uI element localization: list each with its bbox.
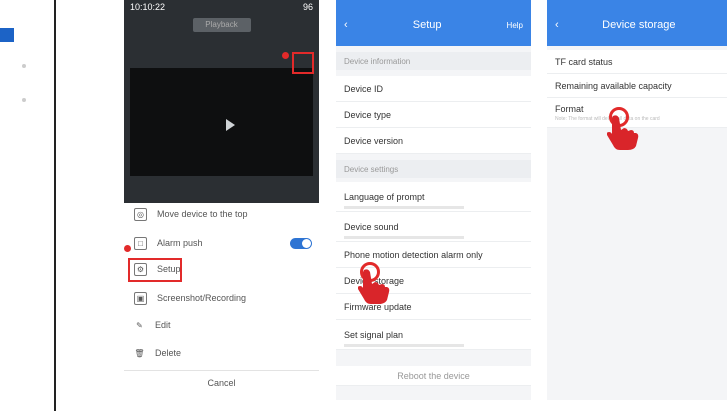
menu-item-alarm-push[interactable]: □ Alarm push [134,234,203,252]
row-label: Format [555,104,584,114]
help-link[interactable]: Help [507,21,523,30]
row-label: Device type [344,109,392,120]
back-icon[interactable]: ‹ [555,19,559,31]
row-label: Language of prompt [344,191,425,202]
play-icon[interactable] [226,119,235,131]
step-marker [124,245,131,252]
menu-item-move-top[interactable]: ◎ Move device to the top [134,205,248,223]
row-label: Device ID [344,83,384,94]
gear-icon: ⚙ [134,262,147,276]
tab-playback[interactable]: Playback [192,18,251,32]
pin-icon: ◎ [134,207,147,221]
header-bar: ‹ Device storage [547,0,727,46]
step-marker [282,52,289,59]
bullet [22,98,26,102]
row-signal-plan[interactable]: Set signal plan [336,320,531,350]
nav-row: ‹ Device storage [547,14,727,36]
hand-pointer-icon [607,115,639,150]
view-tabs: Playback [124,14,319,36]
back-icon[interactable]: ‹ [344,19,348,31]
phone-screen-device-menu: 10:10:22 96 Playback ◎ Move device to th… [124,0,319,400]
status-time: 10:10:22 [130,2,166,12]
menu-item-setup[interactable]: ⚙ Setup [134,260,181,278]
pencil-icon: ✎ [136,320,143,330]
row-label: TF card status [555,56,613,67]
menu-label: Screenshot/Recording [157,293,247,303]
menu-item-delete[interactable]: 🗑 Delete [134,344,181,362]
menu-label: Delete [155,348,182,358]
row-language[interactable]: Language of prompt [336,182,531,212]
cancel-button[interactable]: Cancel [124,370,319,395]
row-label: Set signal plan [344,329,404,340]
phone-screen-device-storage: ‹ Device storage TF card status Remainin… [547,0,727,400]
header-bar: ‹ Setup Help [336,0,531,46]
menu-label: Alarm push [157,238,203,248]
alarm-push-toggle[interactable] [290,238,312,249]
row-label: Remaining available capacity [555,80,672,91]
more-button-highlight[interactable] [292,52,314,74]
page-title: Device storage [602,19,676,31]
menu-label: Setup [157,264,181,274]
trash-icon: 🗑 [134,348,145,358]
divider [54,0,56,411]
video-preview[interactable] [130,68,313,176]
row-device-version[interactable]: Device version [336,128,531,154]
menu-label: Move device to the top [157,209,248,219]
menu-label: Edit [155,320,171,330]
status-bar [336,0,531,14]
row-device-id[interactable]: Device ID [336,76,531,102]
group-header-settings: Device settings [336,160,531,178]
phone-screen-setup: ‹ Setup Help Device information Device I… [336,0,531,400]
row-device-sound[interactable]: Device sound [336,212,531,242]
bell-icon: □ [134,236,147,250]
menu-item-edit[interactable]: ✎ Edit [134,316,171,334]
sidebar-accent [0,28,14,42]
nav-row: ‹ Setup Help [336,14,531,36]
bullet [22,64,26,68]
row-device-type[interactable]: Device type [336,102,531,128]
status-battery: 96 [302,2,313,12]
row-remaining-capacity: Remaining available capacity [547,74,727,98]
group-header-info: Device information [336,52,531,70]
folder-icon: ▣ [134,291,147,305]
status-bar [547,0,727,14]
page-title: Setup [412,19,442,31]
row-label: Phone motion detection alarm only [344,249,483,260]
reboot-button[interactable]: Reboot the device [336,366,531,386]
status-bar: 10:10:22 96 [124,0,319,14]
hand-pointer-icon [358,269,390,304]
row-tf-card-status: TF card status [547,50,727,74]
row-label: Device version [344,135,404,146]
menu-item-screenshot-recording[interactable]: ▣ Screenshot/Recording [134,289,246,307]
row-label: Device sound [344,221,399,232]
